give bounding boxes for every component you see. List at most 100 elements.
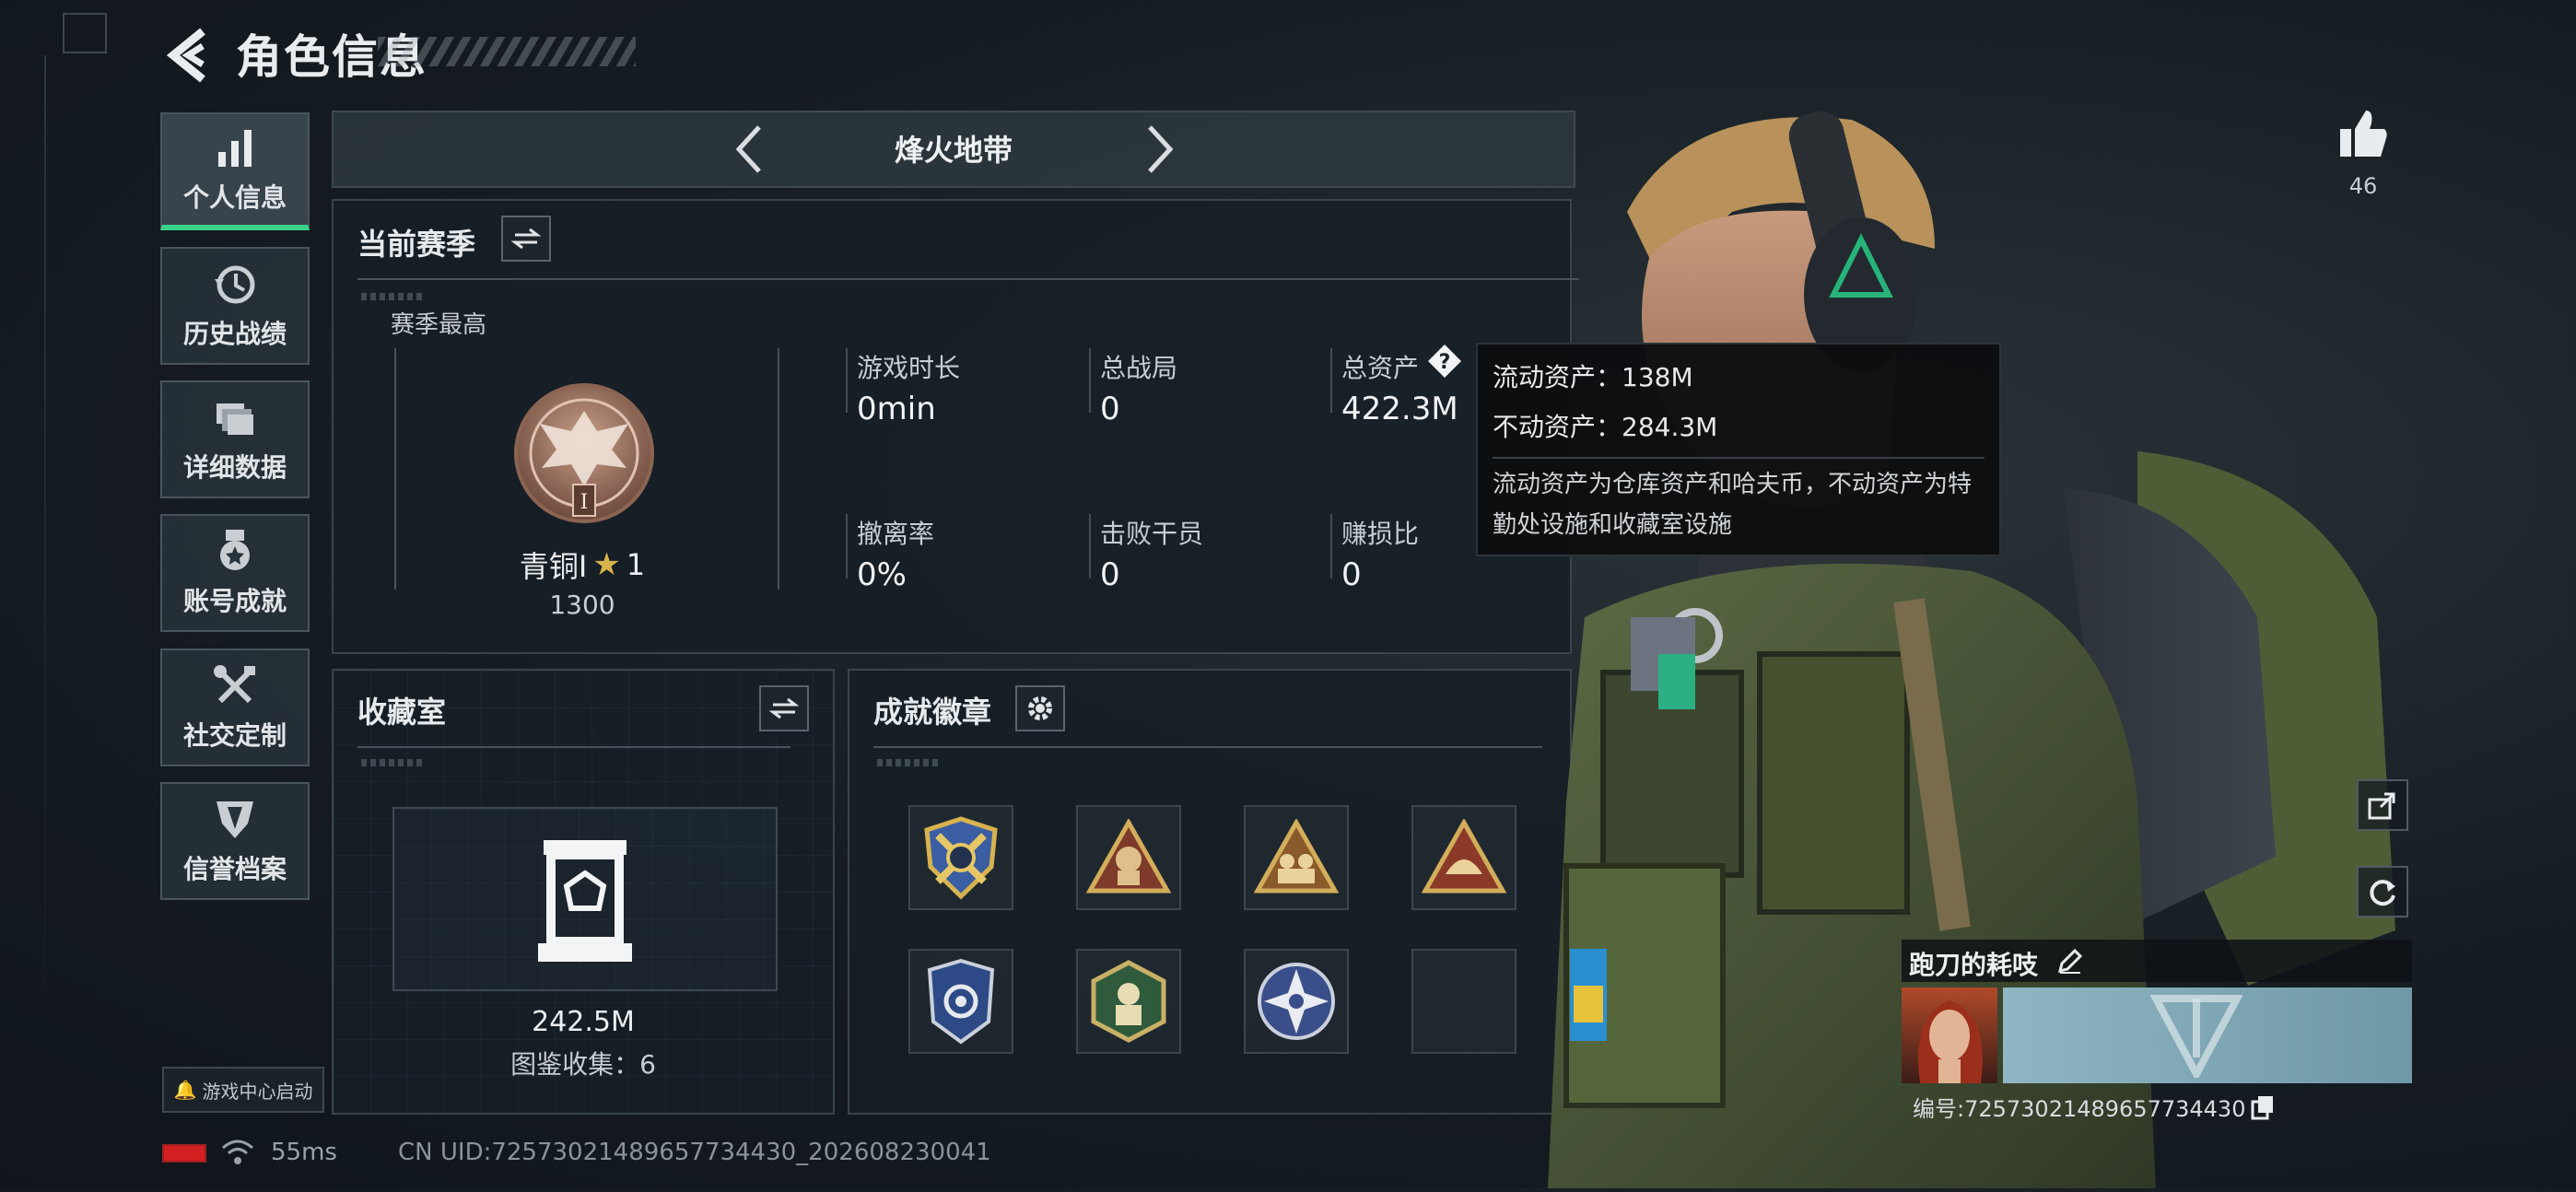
stat-value-extract-rate: 0%: [857, 556, 907, 593]
title-stripe-decoration: [378, 37, 636, 66]
stat-divider: [1330, 514, 1332, 578]
decor-tag: [361, 759, 426, 766]
nav-item-label: 详细数据: [182, 452, 287, 483]
swap-arrows-icon: [511, 228, 541, 250]
decor-tag: [361, 293, 426, 300]
rank-name-row: 青铜Ⅰ ★ 1: [435, 543, 730, 586]
bar-chart-icon: [218, 130, 252, 167]
likes-count: 46: [2348, 173, 2378, 199]
clock-history-icon: [215, 265, 255, 304]
player-id-row: 编号:7257302148965773443​0: [1913, 1091, 2275, 1123]
nickname: 跑刀的耗吱: [1909, 950, 2039, 980]
nav-item-credit[interactable]: 信誉档案: [160, 782, 310, 900]
stat-label-total-assets: 总资产: [1341, 353, 1420, 383]
wifi-icon: [222, 1139, 253, 1164]
gear-icon: [1028, 696, 1052, 720]
collection-title: 收藏室: [357, 695, 447, 730]
help-icon[interactable]: ?: [1426, 343, 1463, 380]
season-best-label: 赛季最高: [391, 311, 487, 339]
stat-value-total-assets: 422.3M: [1341, 391, 1458, 427]
tooltip-liquid-assets: 流动资产：138M: [1493, 362, 1693, 392]
nav-item-label: 社交定制: [182, 720, 287, 751]
badge-slot[interactable]: [1244, 805, 1349, 910]
hexagon-medic-badge-icon: [1091, 960, 1166, 1043]
current-season-panel: 当前赛季 赛季最高 I 青铜Ⅰ ★ 1 1300 游戏时长 0min 总战局 0…: [332, 199, 1579, 654]
back-arrow-icon[interactable]: [162, 26, 214, 85]
rank-numeral: I: [580, 491, 589, 514]
edit-pencil-icon[interactable]: [2056, 947, 2084, 975]
stat-value-total-matches: 0: [1100, 391, 1120, 427]
badge-slot[interactable]: [908, 949, 1013, 1054]
divider: [873, 746, 1542, 748]
badge-slot[interactable]: [1244, 949, 1349, 1054]
avatar[interactable]: [1902, 987, 1997, 1083]
share-icon: [2368, 792, 2395, 820]
mode-label: 烽火地带: [894, 133, 1013, 168]
battery-icon: [162, 1144, 206, 1163]
delta-logo-icon: [2150, 995, 2242, 1078]
tools-icon: [214, 665, 255, 704]
folders-icon: [217, 403, 253, 435]
nav-item-detail-data[interactable]: 详细数据: [160, 380, 310, 498]
mode-selector: 烽火地带: [332, 111, 1575, 188]
stat-label-total-matches: 总战局: [1100, 353, 1178, 383]
triangle-helmet-badge-icon: [1422, 819, 1506, 894]
stat-divider: [1089, 348, 1091, 413]
game-center-launch-button[interactable]: 🔔 游戏中心启动: [162, 1067, 324, 1113]
badge-slot[interactable]: [1411, 805, 1516, 910]
stat-divider: [1089, 514, 1091, 578]
badge-slot[interactable]: [1076, 949, 1181, 1054]
copy-icon[interactable]: [2251, 1094, 2275, 1120]
thumbs-up-icon[interactable]: [2336, 107, 2390, 160]
refresh-button[interactable]: [2357, 866, 2408, 917]
stat-divider: [846, 514, 848, 578]
stat-divider: [1330, 348, 1332, 413]
divider: [357, 278, 1579, 280]
season-title: 当前赛季: [357, 227, 476, 262]
triangle-soldiers-badge-icon: [1254, 819, 1339, 894]
chevron-right-icon[interactable]: [1141, 122, 1177, 177]
ping-value: 55ms: [271, 1139, 337, 1166]
nav-item-personal-info[interactable]: 个人信息: [160, 112, 310, 230]
badges-settings-button[interactable]: [1015, 685, 1065, 731]
stat-label-kills: 击败干员: [1100, 519, 1204, 549]
badge-slot-empty[interactable]: [1411, 949, 1516, 1054]
stat-label-play-time: 游戏时长: [857, 353, 961, 383]
player-id: 编号:7257302148965773443​0: [1913, 1096, 2246, 1122]
decor-tag: [877, 759, 942, 766]
rank-name: 青铜Ⅰ: [519, 549, 588, 584]
badge-slot[interactable]: [908, 805, 1013, 910]
stat-value-profit-ratio: 0: [1341, 556, 1362, 593]
divider: [357, 746, 790, 748]
season-switch-button[interactable]: [501, 216, 551, 262]
bell-icon: 🔔: [173, 1079, 197, 1101]
share-button[interactable]: [2357, 779, 2408, 831]
collection-panel[interactable]: 收藏室 242.5M 图鉴收集：6: [332, 669, 835, 1115]
side-decoration-line: [44, 55, 46, 1069]
stat-value-play-time: 0min: [857, 391, 936, 427]
stat-label-profit-ratio: 赚损比: [1341, 519, 1420, 549]
shield-crossed-badge-icon: [924, 816, 998, 900]
badge-slot[interactable]: [1076, 805, 1181, 910]
tooltip-fixed-assets: 不动资产：284.3M: [1493, 412, 1718, 442]
tooltip-description: 流动资产为仓库资产和哈夫币，不动资产为特勤处设施和收藏室设施: [1493, 457, 1985, 545]
stat-value-kills: 0: [1100, 556, 1120, 593]
collection-value: 242.5M: [532, 1006, 635, 1038]
medal-icon: [220, 530, 250, 570]
nav-item-label: 历史战绩: [182, 319, 287, 349]
assets-tooltip: 流动资产：138M 不动资产：284.3M 流动资产为仓库资产和哈夫币，不动资产…: [1476, 343, 2001, 556]
rank-stars: 1: [626, 547, 646, 582]
rank-score: 1300: [549, 590, 615, 620]
nav-item-achievements[interactable]: 账号成就: [160, 514, 310, 632]
nav-item-social[interactable]: 社交定制: [160, 649, 310, 766]
star-compass-badge-icon: [1258, 963, 1335, 1040]
svg-text:?: ?: [1439, 351, 1451, 374]
collection-count: 图鉴收集：6: [510, 1049, 656, 1080]
collection-switch-button[interactable]: [759, 685, 809, 731]
stat-label-extract-rate: 撤离率: [857, 519, 935, 549]
nav-item-label: 账号成就: [182, 586, 287, 616]
badges-title: 成就徽章: [873, 695, 992, 730]
nav-item-history[interactable]: 历史战绩: [160, 247, 310, 365]
stat-divider: [846, 348, 848, 413]
nav-item-label: 个人信息: [182, 182, 287, 213]
